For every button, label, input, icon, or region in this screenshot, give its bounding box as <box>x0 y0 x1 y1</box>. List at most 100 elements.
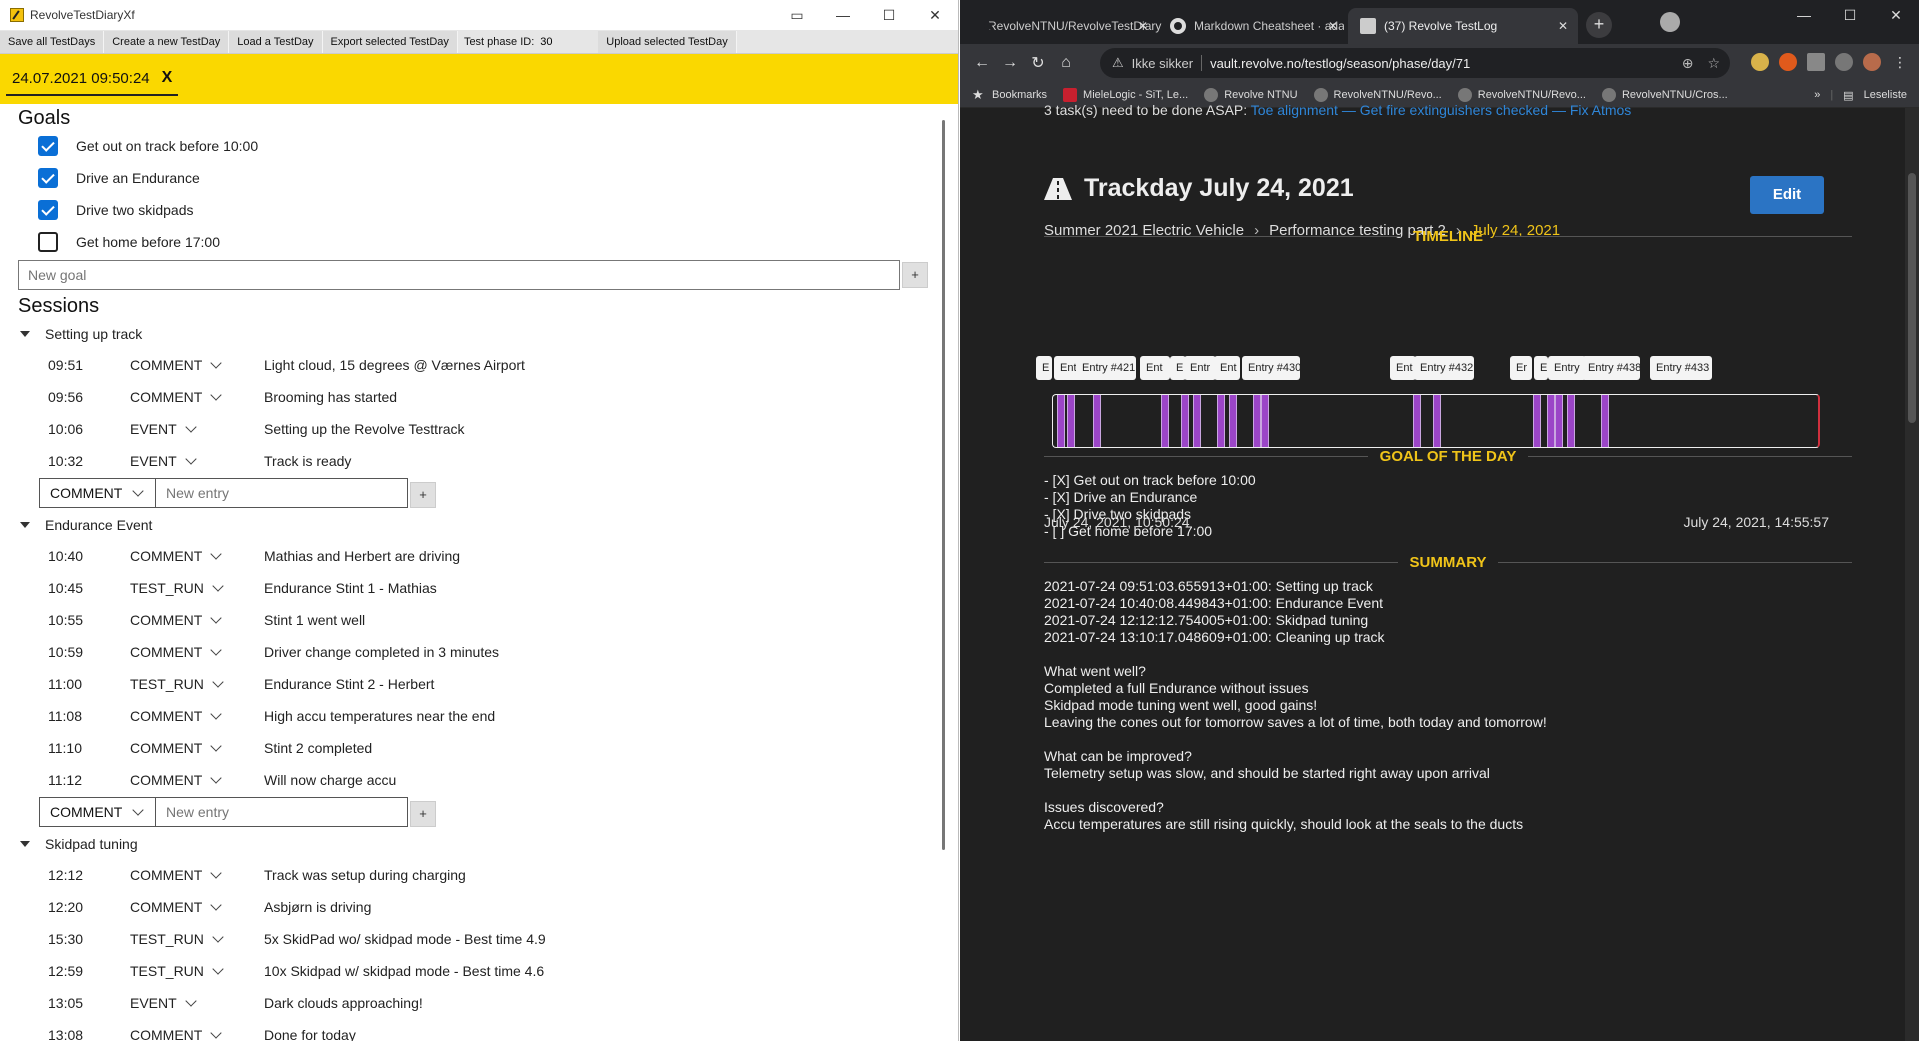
more-bookmarks-button[interactable]: » <box>1814 89 1820 101</box>
timeline-entry-label[interactable]: Ent <box>1390 356 1416 380</box>
timeline-entry-label[interactable]: Entry #432 <box>1414 356 1474 380</box>
add-goal-button[interactable]: + <box>902 262 928 288</box>
expand-triangle-icon[interactable] <box>20 840 30 847</box>
new-entry-type-select[interactable]: COMMENT <box>39 478 156 508</box>
browser-tab-markdown[interactable]: Markdown Cheatsheet · adam-p ✕ <box>1158 8 1348 44</box>
timeline-entry-label[interactable]: Entry #433 <box>1650 356 1712 380</box>
timeline-entry-bar[interactable] <box>1229 395 1237 447</box>
save-all-button[interactable]: Save all TestDays <box>0 30 105 53</box>
close-button[interactable]: ✕ <box>912 0 958 30</box>
asap-task-link[interactable]: Fix Atmos <box>1570 102 1631 118</box>
timeline-entry-bar[interactable] <box>1567 395 1575 447</box>
entry-type-dropdown[interactable]: COMMENT <box>130 357 254 373</box>
timeline-entry-label[interactable]: E <box>1534 356 1548 380</box>
add-entry-button[interactable]: + <box>410 800 436 827</box>
entry-type-dropdown[interactable]: COMMENT <box>130 548 254 564</box>
goal-checkbox[interactable] <box>38 136 58 156</box>
session-header[interactable]: Setting up track <box>20 318 945 349</box>
puzzle-icon[interactable] <box>1807 53 1825 71</box>
profile-menu-icon[interactable] <box>1660 12 1680 32</box>
upload-testday-button[interactable]: Upload selected TestDay <box>598 30 737 53</box>
close-icon[interactable]: ✕ <box>1138 19 1148 33</box>
maximize-button[interactable]: ☐ <box>866 0 912 30</box>
goal-checkbox[interactable] <box>38 168 58 188</box>
entry-type-dropdown[interactable]: COMMENT <box>130 772 254 788</box>
timeline-entry-label[interactable]: Ent <box>1140 356 1170 380</box>
minimize-button[interactable]: — <box>1781 0 1827 30</box>
expand-triangle-icon[interactable] <box>20 521 30 528</box>
timeline-entry-label[interactable]: Ent <box>1214 356 1240 380</box>
new-entry-type-select[interactable]: COMMENT <box>39 797 156 827</box>
timeline-entry-bar[interactable] <box>1217 395 1225 447</box>
entry-type-dropdown[interactable]: COMMENT <box>130 1027 254 1041</box>
browser-tab-testdiary[interactable]: RevolveNTNU/RevolveTestDiary ✕ <box>968 8 1161 44</box>
bookmark-item[interactable]: RevolveNTNU/Cros... <box>1601 87 1728 102</box>
entry-type-dropdown[interactable]: COMMENT <box>130 740 254 756</box>
media-icon[interactable] <box>1835 53 1853 71</box>
scrollbar-thumb[interactable] <box>1908 173 1916 423</box>
timeline-entry-bar[interactable] <box>1057 395 1065 447</box>
entry-type-dropdown[interactable]: TEST_RUN <box>130 931 254 947</box>
bookmark-item[interactable]: Revolve NTNU <box>1204 87 1298 102</box>
export-testday-button[interactable]: Export selected TestDay <box>322 30 458 53</box>
minimize-button[interactable]: — <box>820 0 866 30</box>
testday-tab[interactable]: 24.07.2021 09:50:24 X <box>6 62 179 96</box>
zoom-icon[interactable]: ⊕ <box>1682 55 1694 72</box>
goal-checkbox[interactable] <box>38 200 58 220</box>
reload-icon[interactable]: ↻ <box>1024 53 1052 73</box>
timeline-entry-bar[interactable] <box>1601 395 1609 447</box>
timeline-entry-label[interactable]: Entry #421 <box>1076 356 1136 380</box>
entry-type-dropdown[interactable]: EVENT <box>130 995 254 1011</box>
timeline-entry-bar[interactable] <box>1193 395 1201 447</box>
new-entry-input[interactable] <box>156 478 408 508</box>
timeline-entry-bar[interactable] <box>1093 395 1101 447</box>
timeline-entry-bar[interactable] <box>1547 395 1555 447</box>
session-header[interactable]: Endurance Event <box>20 509 945 540</box>
asap-task-link[interactable]: Toe alignment <box>1251 102 1338 118</box>
timeline-entry-bar[interactable] <box>1181 395 1189 447</box>
phase-id-input[interactable] <box>540 31 593 52</box>
timeline-entry-bar[interactable] <box>1555 395 1563 447</box>
load-testday-button[interactable]: Load a TestDay <box>229 30 323 53</box>
new-goal-input[interactable] <box>18 260 900 290</box>
timeline-entry-label[interactable]: Entr <box>1184 356 1216 380</box>
bookmark-item[interactable]: MieleLogic - SiT, Le... <box>1063 87 1188 102</box>
bookmark-item[interactable]: RevolveNTNU/Revo... <box>1457 87 1586 102</box>
asap-task-link[interactable]: Get fire extinguishers checked <box>1360 102 1548 118</box>
timeline-entry-bar[interactable] <box>1433 395 1441 447</box>
entry-type-dropdown[interactable]: EVENT <box>130 421 254 437</box>
entry-type-dropdown[interactable]: TEST_RUN <box>130 580 254 596</box>
entry-type-dropdown[interactable]: COMMENT <box>130 389 254 405</box>
timeline[interactable] <box>1052 394 1820 448</box>
page-scrollbar[interactable] <box>1905 108 1919 1041</box>
new-entry-input[interactable] <box>156 797 408 827</box>
forward-icon[interactable]: → <box>996 54 1024 72</box>
timeline-entry-bar[interactable] <box>1261 395 1269 447</box>
timeline-entry-label[interactable]: E <box>1036 356 1052 380</box>
window-mode-icon[interactable]: ▭ <box>774 0 820 30</box>
timeline-entry-label[interactable]: Entry <box>1548 356 1586 380</box>
avatar[interactable] <box>1863 53 1881 71</box>
bookmark-item[interactable]: ★ Bookmarks <box>972 87 1047 102</box>
timeline-entry-label[interactable]: Er <box>1510 356 1532 380</box>
timeline-entry-bar[interactable] <box>1413 395 1421 447</box>
timeline-entry-bar[interactable] <box>1161 395 1169 447</box>
entry-type-dropdown[interactable]: TEST_RUN <box>130 963 254 979</box>
timeline-entry-bar[interactable] <box>1253 395 1261 447</box>
reading-list-button[interactable]: Leseliste <box>1864 89 1907 101</box>
close-button[interactable]: ✕ <box>1873 0 1919 30</box>
timeline-entry-bar[interactable] <box>1067 395 1075 447</box>
entry-type-dropdown[interactable]: COMMENT <box>130 899 254 915</box>
entry-type-dropdown[interactable]: EVENT <box>130 453 254 469</box>
entry-type-dropdown[interactable]: TEST_RUN <box>130 676 254 692</box>
content-scrollbar[interactable] <box>942 120 945 850</box>
entry-type-dropdown[interactable]: COMMENT <box>130 644 254 660</box>
address-bar[interactable]: ⚠ Ikke sikker vault.revolve.no/testlog/s… <box>1100 48 1730 78</box>
create-testday-button[interactable]: Create a new TestDay <box>104 30 230 53</box>
entry-type-dropdown[interactable]: COMMENT <box>130 612 254 628</box>
timeline-entry-label[interactable]: Entry #438 <box>1582 356 1640 380</box>
session-header[interactable]: Skidpad tuning <box>20 828 945 859</box>
tab-close-button[interactable]: X <box>162 69 173 87</box>
timeline-entry-label[interactable]: Entry #430 <box>1242 356 1300 380</box>
expand-triangle-icon[interactable] <box>20 330 30 337</box>
